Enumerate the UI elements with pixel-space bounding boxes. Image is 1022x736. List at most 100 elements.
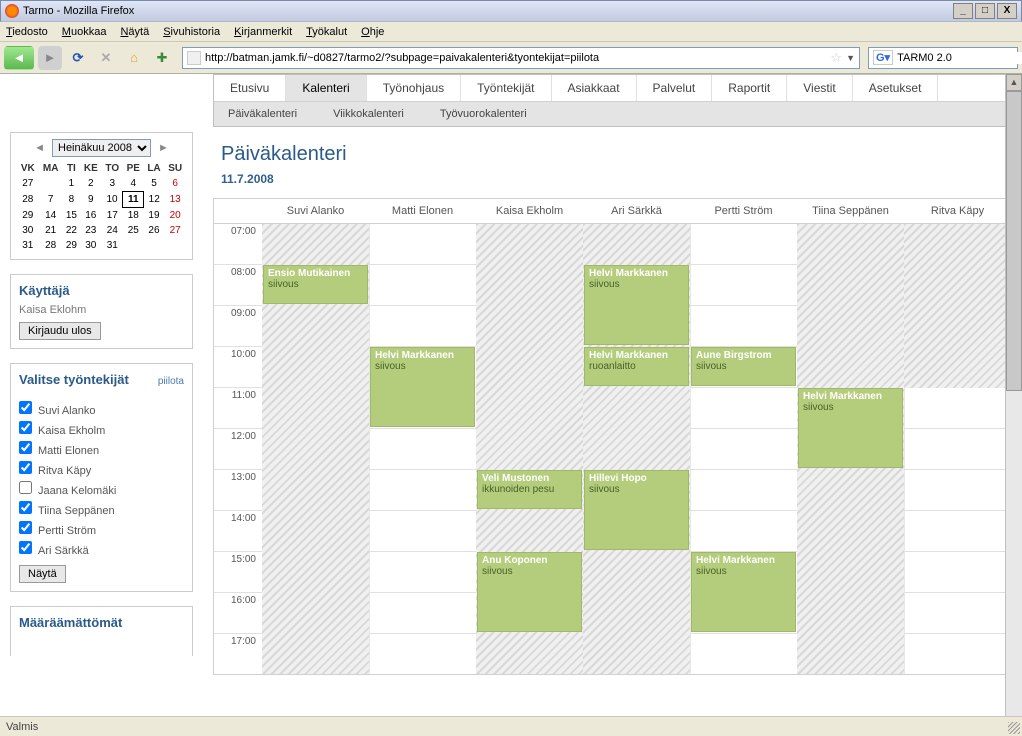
cal-day[interactable]: 6 bbox=[164, 176, 186, 192]
cal-day[interactable]: 23 bbox=[80, 223, 102, 238]
calendar-cell[interactable] bbox=[690, 388, 797, 428]
tab-asiakkaat[interactable]: Asiakkaat bbox=[552, 75, 637, 101]
calendar-cell[interactable] bbox=[904, 429, 1011, 469]
calendar-event[interactable]: Ensio Mutikainensiivous bbox=[263, 265, 368, 304]
addon-button[interactable]: ✚ bbox=[150, 46, 174, 70]
cal-day[interactable]: 28 bbox=[17, 192, 39, 208]
tab-viestit[interactable]: Viestit bbox=[787, 75, 852, 101]
calendar-cell[interactable] bbox=[369, 593, 476, 633]
calendar-cell[interactable] bbox=[904, 470, 1011, 510]
employee-checkbox[interactable] bbox=[19, 481, 32, 494]
calendar-cell[interactable] bbox=[369, 306, 476, 346]
calendar-cell[interactable] bbox=[369, 634, 476, 674]
employee-checkbox-row[interactable]: Tiina Seppänen bbox=[19, 499, 184, 519]
cal-day[interactable]: 29 bbox=[63, 238, 80, 253]
cal-day[interactable]: 27 bbox=[17, 176, 39, 192]
calendar-cell[interactable] bbox=[904, 511, 1011, 551]
cal-day[interactable]: 8 bbox=[63, 192, 80, 208]
employee-checkbox[interactable] bbox=[19, 541, 32, 554]
cal-day[interactable]: 24 bbox=[102, 223, 123, 238]
url-bar[interactable]: ☆ ▼ bbox=[182, 47, 860, 69]
tab-asetukset[interactable]: Asetukset bbox=[853, 75, 939, 101]
calendar-cell[interactable] bbox=[690, 429, 797, 469]
employee-checkbox-row[interactable]: Ari Särkkä bbox=[19, 539, 184, 559]
minimize-button[interactable]: _ bbox=[953, 3, 973, 19]
close-button[interactable]: X bbox=[997, 3, 1017, 19]
hide-link[interactable]: piilota bbox=[158, 376, 184, 387]
calendar-cell[interactable] bbox=[369, 470, 476, 510]
cal-day[interactable]: 16 bbox=[80, 208, 102, 224]
page-scrollbar[interactable]: ▲ bbox=[1005, 74, 1022, 716]
menu-sivuhistoria[interactable]: Sivuhistoria bbox=[163, 26, 220, 38]
calendar-event[interactable]: Helvi Markkanenruoanlaitto bbox=[584, 347, 689, 386]
cal-day[interactable]: 4 bbox=[123, 176, 144, 192]
calendar-cell[interactable] bbox=[690, 306, 797, 346]
cal-day[interactable]: 1 bbox=[63, 176, 80, 192]
cal-day[interactable]: 10 bbox=[102, 192, 123, 208]
menu-ohje[interactable]: Ohje bbox=[361, 26, 384, 38]
search-bar[interactable]: G▾ 🔍 bbox=[868, 47, 1018, 69]
subtab-työvuorokalenteri[interactable]: Työvuorokalenteri bbox=[434, 106, 533, 122]
calendar-cell[interactable] bbox=[690, 265, 797, 305]
month-select[interactable]: Heinäkuu 2008 bbox=[52, 139, 151, 157]
cal-day[interactable]: 31 bbox=[102, 238, 123, 253]
cal-day[interactable]: 14 bbox=[39, 208, 63, 224]
cal-day[interactable]: 31 bbox=[17, 238, 39, 253]
employee-checkbox[interactable] bbox=[19, 421, 32, 434]
employee-checkbox-row[interactable]: Ritva Käpy bbox=[19, 459, 184, 479]
forward-button[interactable]: ► bbox=[38, 46, 62, 70]
cal-day[interactable]: 13 bbox=[164, 192, 186, 208]
logout-button[interactable]: Kirjaudu ulos bbox=[19, 322, 101, 340]
employee-checkbox[interactable] bbox=[19, 501, 32, 514]
menu-näytä[interactable]: Näytä bbox=[120, 26, 149, 38]
employee-checkbox[interactable] bbox=[19, 401, 32, 414]
home-button[interactable]: ⌂ bbox=[122, 46, 146, 70]
calendar-cell[interactable] bbox=[904, 634, 1011, 674]
calendar-cell[interactable] bbox=[369, 265, 476, 305]
cal-day[interactable]: 30 bbox=[17, 223, 39, 238]
prev-month-button[interactable]: ◄ bbox=[31, 142, 48, 154]
tab-kalenteri[interactable]: Kalenteri bbox=[286, 75, 366, 101]
cal-day[interactable]: 9 bbox=[80, 192, 102, 208]
cal-day[interactable]: 30 bbox=[80, 238, 102, 253]
cal-day[interactable]: 12 bbox=[144, 192, 165, 208]
employee-checkbox[interactable] bbox=[19, 441, 32, 454]
cal-day[interactable]: 21 bbox=[39, 223, 63, 238]
calendar-event[interactable]: Veli Mustonenikkunoiden pesu bbox=[477, 470, 582, 509]
subtab-päiväkalenteri[interactable]: Päiväkalenteri bbox=[222, 106, 303, 122]
search-input[interactable] bbox=[897, 52, 1022, 64]
scroll-up-icon[interactable]: ▲ bbox=[1006, 74, 1022, 91]
menu-kirjanmerkit[interactable]: Kirjanmerkit bbox=[234, 26, 292, 38]
tab-palvelut[interactable]: Palvelut bbox=[637, 75, 713, 101]
calendar-event[interactable]: Helvi Markkanensiivous bbox=[370, 347, 475, 427]
subtab-viikkokalenteri[interactable]: Viikkokalenteri bbox=[327, 106, 410, 122]
calendar-cell[interactable] bbox=[369, 224, 476, 264]
cal-day[interactable]: 2 bbox=[80, 176, 102, 192]
employee-checkbox-row[interactable]: Pertti Ström bbox=[19, 519, 184, 539]
calendar-event[interactable]: Hillevi Hoposiivous bbox=[584, 470, 689, 550]
url-dropdown-icon[interactable]: ▼ bbox=[846, 53, 855, 63]
tab-etusivu[interactable]: Etusivu bbox=[214, 75, 286, 101]
calendar-event[interactable]: Helvi Markkanensiivous bbox=[798, 388, 903, 468]
maximize-button[interactable]: □ bbox=[975, 3, 995, 19]
url-input[interactable] bbox=[205, 52, 830, 64]
reload-button[interactable]: ⟳ bbox=[66, 46, 90, 70]
calendar-cell[interactable] bbox=[690, 224, 797, 264]
tab-raportit[interactable]: Raportit bbox=[712, 75, 787, 101]
cal-day[interactable]: 3 bbox=[102, 176, 123, 192]
cal-day[interactable]: 26 bbox=[144, 223, 165, 238]
calendar-event[interactable]: Anu Koponensiivous bbox=[477, 552, 582, 632]
cal-day[interactable]: 7 bbox=[39, 192, 63, 208]
cal-day[interactable]: 20 bbox=[164, 208, 186, 224]
calendar-event[interactable]: Helvi Markkanensiivous bbox=[691, 552, 796, 632]
cal-day[interactable]: 15 bbox=[63, 208, 80, 224]
cal-day[interactable]: 19 bbox=[144, 208, 165, 224]
tab-työntekijät[interactable]: Työntekijät bbox=[461, 75, 551, 101]
menu-työkalut[interactable]: Työkalut bbox=[306, 26, 347, 38]
cal-day[interactable]: 17 bbox=[102, 208, 123, 224]
employee-checkbox-row[interactable]: Suvi Alanko bbox=[19, 399, 184, 419]
calendar-cell[interactable] bbox=[904, 552, 1011, 592]
cal-day[interactable]: 11 bbox=[123, 192, 144, 208]
calendar-cell[interactable] bbox=[369, 429, 476, 469]
employee-checkbox-row[interactable]: Jaana Kelomäki bbox=[19, 479, 184, 499]
